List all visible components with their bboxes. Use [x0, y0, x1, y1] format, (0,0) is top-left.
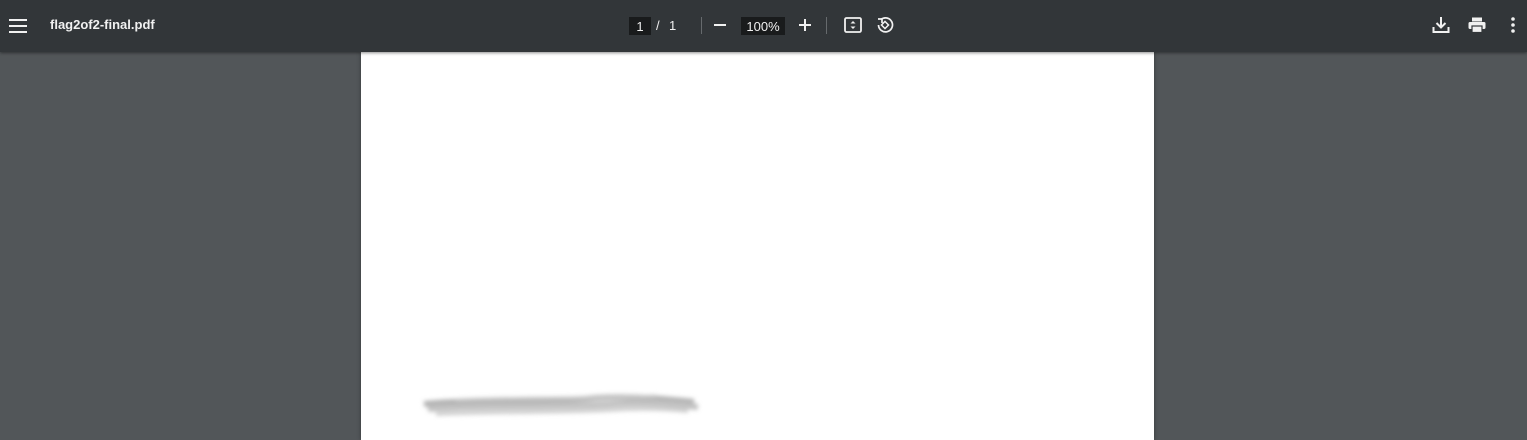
- plus-icon: [799, 19, 811, 31]
- toolbar-divider: [701, 17, 702, 34]
- hamburger-menu-icon[interactable]: [2, 10, 34, 42]
- download-icon: [1432, 17, 1450, 33]
- page-number-input[interactable]: [629, 17, 651, 35]
- more-options-button[interactable]: [1497, 9, 1527, 41]
- fit-to-page-icon: [844, 17, 862, 33]
- print-icon: [1468, 17, 1486, 33]
- redaction-scribble: [423, 394, 699, 416]
- page-separator: /: [656, 18, 660, 33]
- toolbar-divider: [826, 17, 827, 34]
- more-vertical-icon: [1511, 17, 1515, 33]
- pdf-viewer-area[interactable]: [0, 52, 1527, 440]
- minus-icon: [714, 24, 726, 26]
- rotate-counterclockwise-icon: [877, 17, 894, 33]
- page-total: 1: [669, 18, 677, 33]
- fit-to-page-button[interactable]: [837, 9, 869, 41]
- download-button[interactable]: [1425, 9, 1457, 41]
- rotate-button[interactable]: [869, 9, 901, 41]
- zoom-level-input[interactable]: [741, 17, 785, 35]
- pdf-toolbar: flag2of2-final.pdf / 1: [0, 0, 1527, 52]
- zoom-out-button[interactable]: [704, 9, 736, 41]
- pdf-page: [361, 52, 1154, 440]
- print-button[interactable]: [1461, 9, 1493, 41]
- zoom-in-button[interactable]: [789, 9, 821, 41]
- document-title: flag2of2-final.pdf: [50, 17, 155, 32]
